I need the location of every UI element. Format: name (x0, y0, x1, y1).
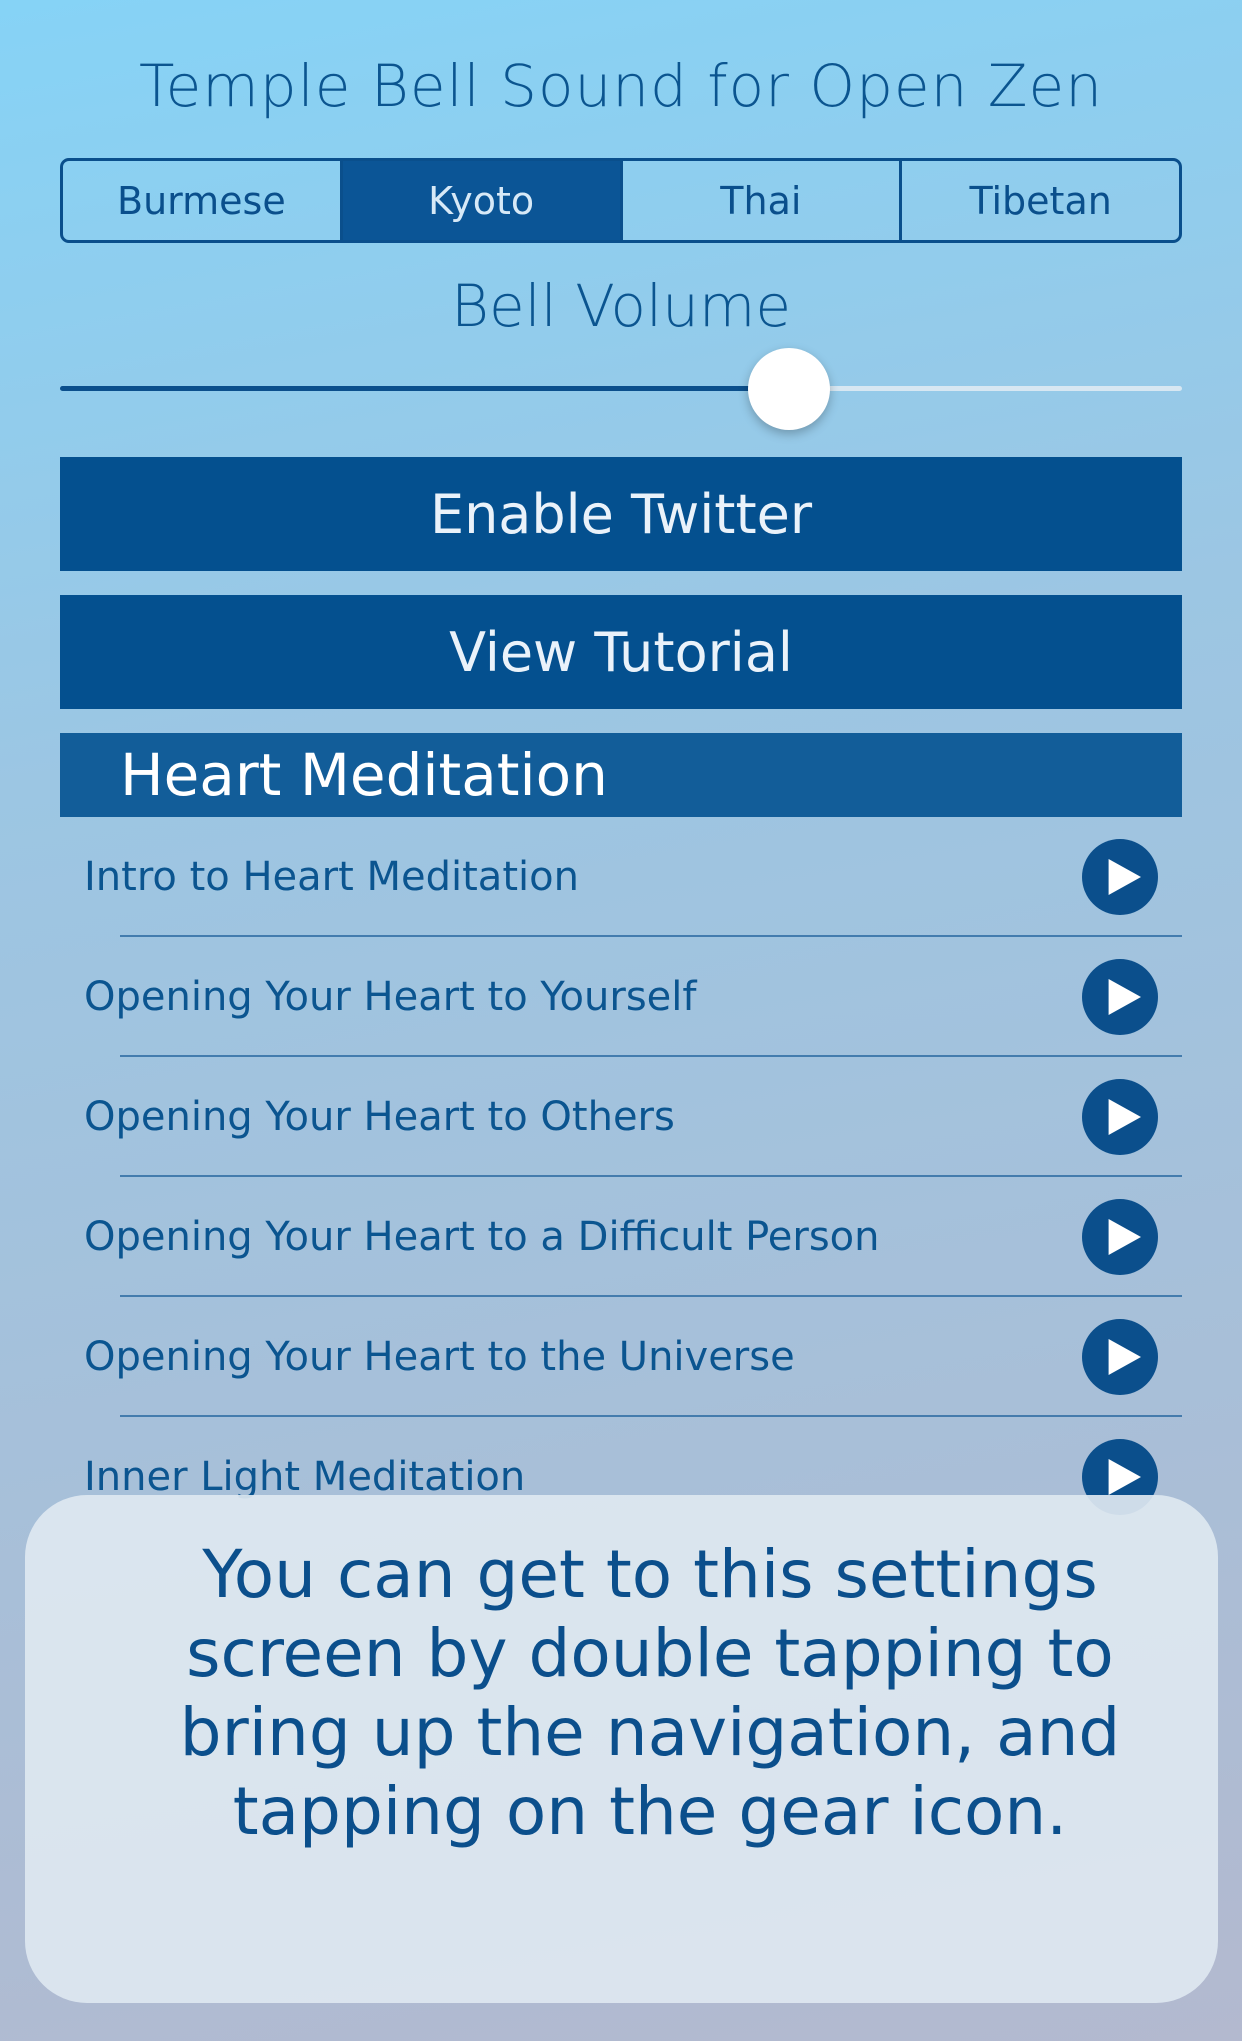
list-item-label: Opening Your Heart to Others (84, 1094, 675, 1140)
page-title: Temple Bell Sound for Open Zen (139, 52, 1103, 120)
list-item-label: Opening Your Heart to Yourself (84, 974, 697, 1020)
play-icon[interactable] (1082, 1319, 1158, 1395)
list-item-label: Opening Your Heart to the Universe (84, 1334, 795, 1380)
list-item[interactable]: Opening Your Heart to Others (60, 1057, 1182, 1177)
bell-sound-selector: Burmese Kyoto Thai Tibetan (60, 158, 1182, 243)
list-item[interactable]: Intro to Heart Meditation (60, 817, 1182, 937)
slider-track-empty (789, 386, 1182, 391)
segment-burmese[interactable]: Burmese (63, 161, 343, 240)
tip-overlay[interactable]: You can get to this settings screen by d… (25, 1495, 1218, 2003)
slider-thumb[interactable] (748, 348, 831, 430)
play-icon[interactable] (1082, 1079, 1158, 1155)
bell-volume-label: Bell Volume (450, 272, 792, 340)
slider-track-filled (60, 386, 790, 391)
list-item[interactable]: Opening Your Heart to the Universe (60, 1297, 1182, 1417)
meditation-list: Intro to Heart Meditation Opening Your H… (60, 817, 1182, 1537)
view-tutorial-button[interactable]: View Tutorial (60, 595, 1182, 709)
bell-volume-slider[interactable] (60, 348, 1182, 430)
list-item-label: Inner Light Meditation (84, 1454, 526, 1500)
section-header-heart-meditation: Heart Meditation (60, 733, 1182, 817)
tip-text: You can get to this settings screen by d… (179, 1536, 1121, 1850)
segment-thai[interactable]: Thai (623, 161, 903, 240)
play-icon[interactable] (1082, 1199, 1158, 1275)
play-icon[interactable] (1082, 839, 1158, 915)
segment-tibetan[interactable]: Tibetan (902, 161, 1179, 240)
list-item[interactable]: Opening Your Heart to Yourself (60, 937, 1182, 1057)
segment-kyoto[interactable]: Kyoto (342, 161, 623, 240)
list-item-label: Intro to Heart Meditation (84, 854, 579, 900)
enable-twitter-button[interactable]: Enable Twitter (60, 457, 1182, 571)
play-icon[interactable] (1082, 959, 1158, 1035)
list-item-label: Opening Your Heart to a Difficult Person (84, 1214, 880, 1260)
list-item[interactable]: Opening Your Heart to a Difficult Person (60, 1177, 1182, 1297)
